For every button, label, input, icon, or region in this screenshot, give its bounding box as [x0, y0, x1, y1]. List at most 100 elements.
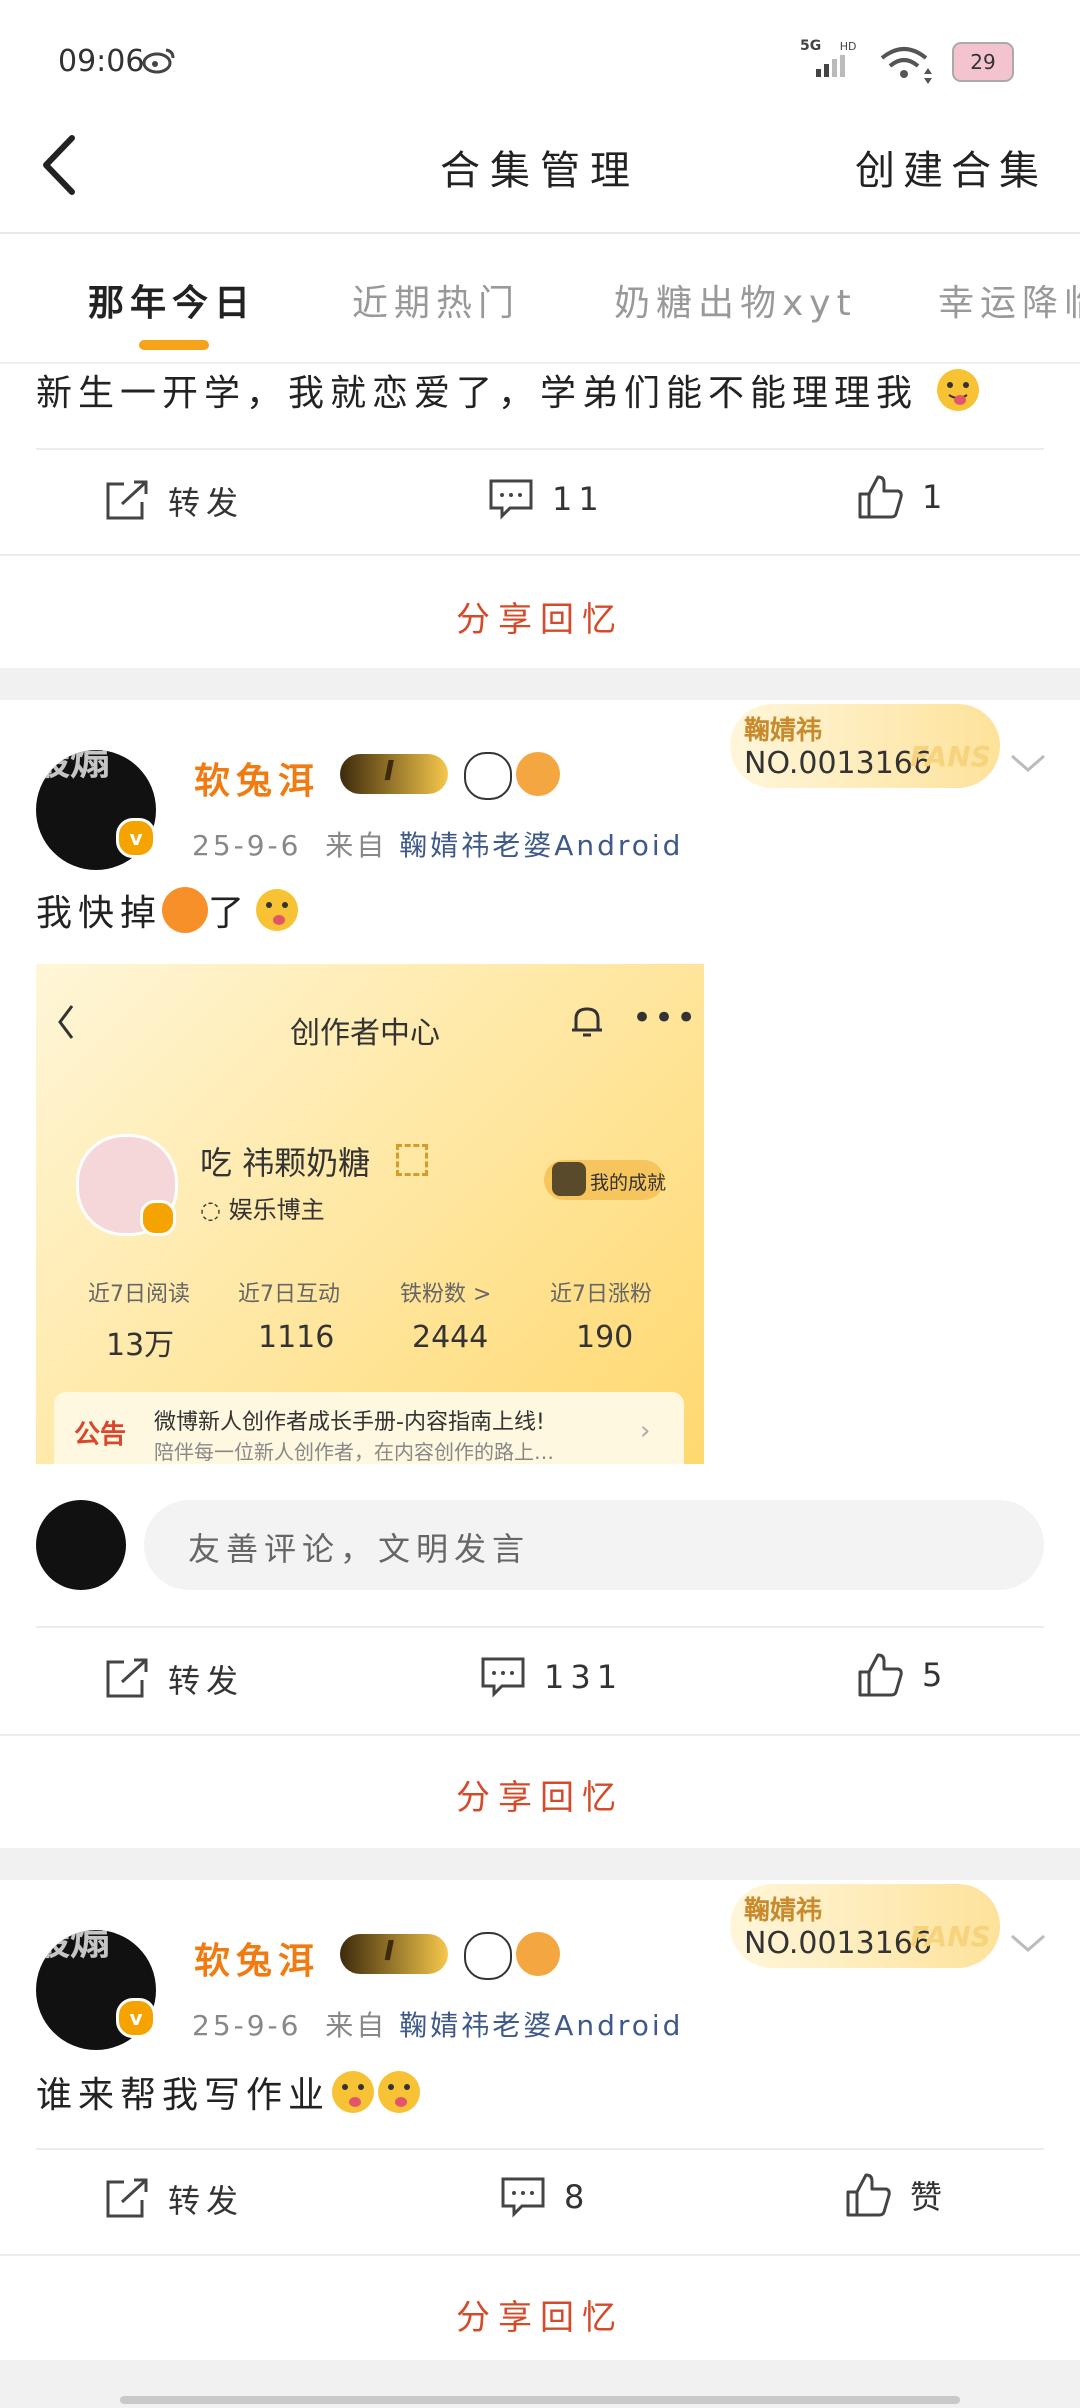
stat-value: 13万 [106, 1328, 175, 1363]
divider [36, 448, 1044, 450]
comment-count: 131 [544, 1658, 624, 1696]
repost-button[interactable]: 转发 [104, 1656, 244, 1702]
like-button[interactable]: 5 [856, 1652, 948, 1698]
repost-label: 转发 [168, 484, 245, 522]
thumbs-up-icon [858, 475, 903, 519]
chevron-left-icon [58, 1005, 74, 1039]
tab-that-year-today[interactable]: 那年今日 [88, 274, 256, 326]
repost-icon [106, 2178, 148, 2218]
post-text: 谁来帮我写作业 [36, 2066, 422, 2118]
stat-label: 铁粉数 > [400, 1282, 492, 1307]
post-card: 新生一开学，我就恋爱了，学弟们能不能理理我 转发 11 1 分享回忆 [0, 364, 1080, 668]
creator-role: ◌ 娱乐博主 [200, 1196, 325, 1224]
image-title: 创作者中心 [290, 1016, 440, 1051]
repost-label: 转发 [168, 1662, 245, 1700]
qr-code-icon [396, 1144, 428, 1176]
tongue-emoji-icon [937, 369, 980, 411]
verified-badge-icon: v [116, 818, 156, 858]
share-memory-button[interactable]: 分享回忆 [0, 1770, 1080, 1819]
like-button[interactable]: 1 [856, 474, 948, 520]
share-memory-button[interactable]: 分享回忆 [0, 2290, 1080, 2339]
stat-label: 近7日涨粉 [550, 1282, 652, 1307]
stat-label: 近7日阅读 [88, 1282, 190, 1307]
vip-badge-icon: I [340, 1934, 448, 1974]
tongue-emoji-icon [256, 889, 299, 931]
post-text: 新生一开学，我就恋爱了，学弟们能不能理理我 [36, 364, 981, 416]
status-time: 09:06 [58, 44, 145, 79]
tongue-emoji-icon [378, 2071, 421, 2113]
tongue-emoji-icon [332, 2071, 375, 2113]
thumbs-up-icon [858, 1653, 903, 1697]
divider [0, 2254, 1080, 2256]
my-avatar [36, 1500, 126, 1590]
divider [0, 554, 1080, 556]
like-count: 1 [922, 478, 949, 516]
verified-badge-icon: v [116, 1998, 156, 2038]
repost-icon [106, 1658, 148, 1698]
post-text: 我快掉了 [36, 884, 300, 936]
achievement-badge: 我的成就 [544, 1160, 666, 1200]
notice-tag: 公告 [74, 1420, 127, 1450]
fish-icon [516, 752, 560, 796]
repost-button[interactable]: 转发 [104, 478, 244, 524]
stat-value: 190 [576, 1320, 634, 1355]
chevron-down-icon[interactable] [1008, 1932, 1048, 1956]
notice-title: 微博新人创作者成长手册-内容指南上线! [154, 1410, 545, 1435]
thumbs-up-icon [846, 2173, 891, 2217]
post-image[interactable]: 创作者中心 ••• 吃 祎颗奶糖 ◌ 娱乐博主 我的成就 近7日阅读 近7日互动… [36, 964, 704, 1464]
fans-badge[interactable]: 鞠婧祎 NO.0013166 FANS [730, 1884, 1000, 1968]
signal-icon [816, 55, 845, 77]
comment-icon [489, 479, 533, 520]
stat-value: 1116 [258, 1320, 335, 1355]
orange-emoji-icon [162, 887, 209, 933]
share-memory-button[interactable]: 分享回忆 [0, 592, 1080, 641]
verified-badge-icon [140, 1200, 176, 1236]
avatar-watermark: 最煽 [36, 1930, 110, 1964]
divider [0, 1734, 1080, 1736]
wifi-icon [878, 44, 934, 88]
fish-icon [516, 1932, 560, 1976]
more-icon: ••• [632, 998, 699, 1038]
next-card-edge [120, 2396, 960, 2404]
username[interactable]: 软兔洱 [194, 1932, 320, 1984]
creator-name: 吃 祎颗奶糖 [200, 1144, 371, 1182]
tab-active-indicator [139, 340, 209, 350]
comment-button[interactable]: 131 [480, 1656, 623, 1698]
username[interactable]: 软兔洱 [194, 752, 320, 804]
post-meta: 25-9-6 来自 鞠婧祎老婆Android [192, 2009, 684, 2042]
tab-lucky[interactable]: 幸运降临 [938, 274, 1080, 326]
tab-recent-hot[interactable]: 近期热门 [352, 274, 520, 326]
chevron-down-icon[interactable] [1008, 752, 1048, 776]
like-button[interactable]: 赞 [844, 2172, 948, 2218]
stat-label: 近7日互动 [238, 1282, 340, 1307]
repost-icon [106, 480, 148, 520]
repost-button[interactable]: 转发 [104, 2176, 244, 2222]
comment-icon [481, 1657, 525, 1698]
post-source[interactable]: 鞠婧祎老婆Android [399, 2009, 683, 2042]
network-indicator: 5G HD [800, 38, 856, 81]
like-count: 5 [922, 1656, 949, 1694]
comment-input[interactable]: 友善评论，文明发言 [144, 1500, 1044, 1590]
create-collection-button[interactable]: 创建合集 [855, 138, 1047, 196]
divider [36, 2148, 1044, 2150]
comment-icon [501, 2177, 545, 2218]
comment-count: 8 [564, 2178, 591, 2216]
battery-indicator: 29 [952, 42, 1014, 82]
post-source[interactable]: 鞠婧祎老婆Android [399, 829, 683, 862]
panda-icon [464, 752, 512, 800]
divider [36, 1626, 1044, 1628]
fans-badge[interactable]: 鞠婧祎 NO.0013166 FANS [730, 704, 1000, 788]
notice-subtitle: 陪伴每一位新人创作者，在内容创作的路上… [154, 1440, 554, 1464]
post-meta: 25-9-6 来自 鞠婧祎老婆Android [192, 829, 684, 862]
tab-naitang[interactable]: 奶糖出物xyt [614, 274, 857, 326]
post-card: 最煽 v 软兔洱 I 25-9-6 来自 鞠婧祎老婆Android 鞠婧祎 NO… [0, 1880, 1080, 2360]
chevron-right-icon: › [640, 1416, 651, 1446]
comment-button[interactable]: 8 [500, 2176, 590, 2218]
like-label: 赞 [910, 2178, 949, 2216]
repost-label: 转发 [168, 2182, 245, 2220]
bell-icon [572, 1007, 602, 1037]
comment-button[interactable]: 11 [488, 478, 605, 520]
panda-icon [464, 1932, 512, 1980]
stat-value: 2444 [412, 1320, 489, 1355]
avatar-watermark: 最煽 [36, 750, 110, 784]
